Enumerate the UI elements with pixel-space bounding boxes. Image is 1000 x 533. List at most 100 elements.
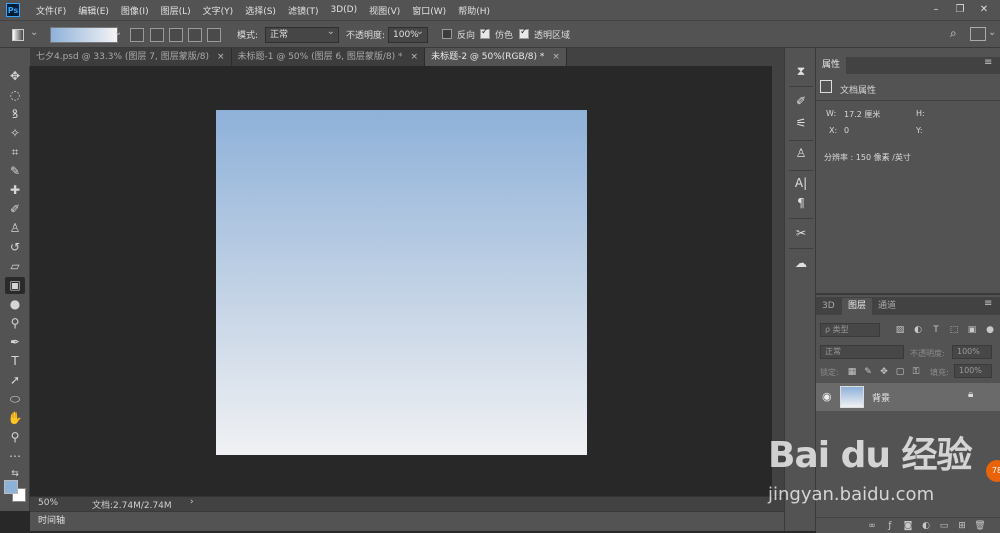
brush-tool-icon[interactable]: ✐ <box>5 201 25 218</box>
visibility-eye-icon[interactable]: ◉ <box>822 390 832 403</box>
lock-position-icon[interactable]: ✥ <box>878 366 890 378</box>
eraser-tool-icon[interactable]: ▱ <box>5 258 25 275</box>
add-mask-icon[interactable]: ◙ <box>902 520 914 532</box>
adjustments-panel-icon[interactable]: ⚟ <box>791 114 811 132</box>
close-tab-icon[interactable]: × <box>411 52 419 62</box>
status-menu-arrow[interactable]: › <box>190 497 194 507</box>
zoom-tool-icon[interactable]: ⚲ <box>5 429 25 446</box>
mode-select[interactable]: 正常 <box>265 25 339 43</box>
tab-untitled-2[interactable]: 未标题-2 @ 50%(RGB/8) * × <box>425 48 567 66</box>
opacity-input[interactable]: 100% <box>388 25 428 43</box>
close-tab-icon[interactable]: × <box>552 52 560 62</box>
workspace-icon[interactable] <box>970 27 986 41</box>
layer-name[interactable]: 背景 <box>872 391 890 404</box>
zoom-level[interactable]: 50% <box>38 498 58 508</box>
filter-smart-object-icon[interactable]: ▣ <box>966 324 978 336</box>
delete-layer-icon[interactable]: 🗑︎ <box>974 520 986 532</box>
filter-shape-icon[interactable]: ⬚ <box>948 324 960 336</box>
more-tools-icon[interactable]: ⋯ <box>5 448 25 465</box>
tool-preset-picker[interactable]: ⌄ <box>8 27 42 43</box>
menu-3d[interactable]: 3D(D) <box>324 5 363 15</box>
tools-preset-panel-icon[interactable]: ✂ <box>791 224 811 242</box>
adjustment-layer-icon[interactable]: ◐ <box>920 520 932 532</box>
tab-3d[interactable]: 3D <box>816 298 841 315</box>
menu-type[interactable]: 文字(Y) <box>197 4 240 17</box>
canvas-area[interactable] <box>30 66 772 496</box>
dodge-tool-icon[interactable]: ⚲ <box>5 315 25 332</box>
tab-qixi4[interactable]: 七夕4.psd @ 33.3% (图层 7, 图层蒙版/8) × <box>30 48 232 66</box>
tab-untitled-1[interactable]: 未标题-1 @ 50% (图层 6, 图层蒙版/8) * × <box>231 48 426 66</box>
new-group-icon[interactable]: ▭ <box>938 520 950 532</box>
clone-source-panel-icon[interactable]: ♙ <box>791 144 811 162</box>
minimize-button[interactable]: – <box>926 2 946 18</box>
new-layer-icon[interactable]: ⊞ <box>956 520 968 532</box>
search-icon[interactable]: ⌕ <box>950 26 957 41</box>
color-swatches[interactable] <box>4 480 28 506</box>
restore-button[interactable]: ❐ <box>950 2 970 18</box>
reflected-gradient-button[interactable] <box>188 28 202 42</box>
lock-artboard-icon[interactable]: ▢ <box>894 366 906 378</box>
filter-toggle-icon[interactable]: ● <box>984 324 996 336</box>
transparency-checkbox[interactable] <box>519 27 529 39</box>
reverse-checkbox[interactable] <box>442 29 452 39</box>
filter-type-icon[interactable]: T <box>930 324 942 336</box>
panel-menu-icon[interactable]: ≡ <box>984 57 992 68</box>
close-window-button[interactable]: ✕ <box>974 2 994 18</box>
layer-row-background[interactable]: ◉ 背景 🔒︎ <box>816 383 1000 411</box>
marquee-tool-icon[interactable]: ◌ <box>5 87 25 104</box>
angle-gradient-button[interactable] <box>169 28 183 42</box>
tab-channels[interactable]: 通道 <box>872 298 903 315</box>
linear-gradient-button[interactable] <box>130 28 144 42</box>
healing-brush-tool-icon[interactable]: ✚ <box>5 182 25 199</box>
dither-checkbox[interactable] <box>480 27 490 39</box>
layers-panel-menu-icon[interactable]: ≡ <box>984 298 992 309</box>
magic-wand-tool-icon[interactable]: ✧ <box>5 125 25 142</box>
hand-tool-icon[interactable]: ✋ <box>5 410 25 427</box>
pen-tool-icon[interactable]: ✒ <box>5 334 25 351</box>
move-tool-icon[interactable]: ✥ <box>5 68 25 85</box>
layer-style-icon[interactable]: ƒ <box>884 520 896 532</box>
lock-pixels-icon[interactable]: ✎ <box>862 366 874 378</box>
layer-opacity-input[interactable]: 100% <box>952 345 992 359</box>
menu-file[interactable]: 文件(F) <box>30 4 72 17</box>
diamond-gradient-button[interactable] <box>207 28 221 42</box>
foreground-color[interactable] <box>4 480 18 494</box>
path-select-tool-icon[interactable]: ➚ <box>5 372 25 389</box>
type-tool-icon[interactable]: T <box>5 353 25 370</box>
menu-filter[interactable]: 滤镜(T) <box>282 4 325 17</box>
stamp-tool-icon[interactable]: ♙ <box>5 220 25 237</box>
tab-layers[interactable]: 图层 <box>842 298 873 315</box>
menu-image[interactable]: 图像(I) <box>115 4 155 17</box>
gradient-editor-swatch[interactable] <box>50 27 118 43</box>
libraries-panel-icon[interactable]: ☁ <box>791 254 811 272</box>
menu-view[interactable]: 视图(V) <box>363 4 406 17</box>
tab-properties[interactable]: 属性 <box>816 57 847 74</box>
eyedropper-tool-icon[interactable]: ✎ <box>5 163 25 180</box>
menu-window[interactable]: 窗口(W) <box>406 4 452 17</box>
gradient-tool-active-icon[interactable]: ▣ <box>5 277 25 294</box>
menu-edit[interactable]: 编辑(E) <box>72 4 115 17</box>
menu-help[interactable]: 帮助(H) <box>452 4 496 17</box>
character-panel-icon[interactable]: A| <box>791 174 811 192</box>
blur-tool-icon[interactable]: ● <box>5 296 25 313</box>
blend-mode-select[interactable]: 正常 <box>820 345 904 359</box>
fill-input[interactable]: 100% <box>954 364 992 378</box>
document-canvas[interactable] <box>216 110 587 455</box>
lock-all-icon[interactable]: ⚿ <box>910 366 922 378</box>
filter-pixel-icon[interactable]: ▨ <box>894 324 906 336</box>
paragraph-panel-icon[interactable]: ¶ <box>791 194 811 212</box>
workspace-chevron-icon[interactable]: ⌄ <box>988 27 996 38</box>
link-layers-icon[interactable]: ∞ <box>866 520 878 532</box>
ellipse-tool-icon[interactable]: ⬭ <box>5 391 25 408</box>
filter-adjustment-icon[interactable]: ◐ <box>912 324 924 336</box>
brush-panel-icon[interactable]: ✐ <box>791 92 811 110</box>
menu-select[interactable]: 选择(S) <box>239 4 282 17</box>
timeline-tab[interactable]: 时间轴 <box>30 512 74 531</box>
history-brush-tool-icon[interactable]: ↺ <box>5 239 25 256</box>
width-value[interactable]: 17.2 厘米 <box>844 109 880 120</box>
gradient-picker-chevron-icon[interactable]: ⌄ <box>114 27 122 38</box>
lasso-tool-icon[interactable]: ꝸ <box>5 106 25 123</box>
radial-gradient-button[interactable] <box>150 28 164 42</box>
history-panel-icon[interactable]: ⧗ <box>791 62 811 80</box>
layer-filter-select[interactable]: ρ 类型 <box>820 323 880 337</box>
